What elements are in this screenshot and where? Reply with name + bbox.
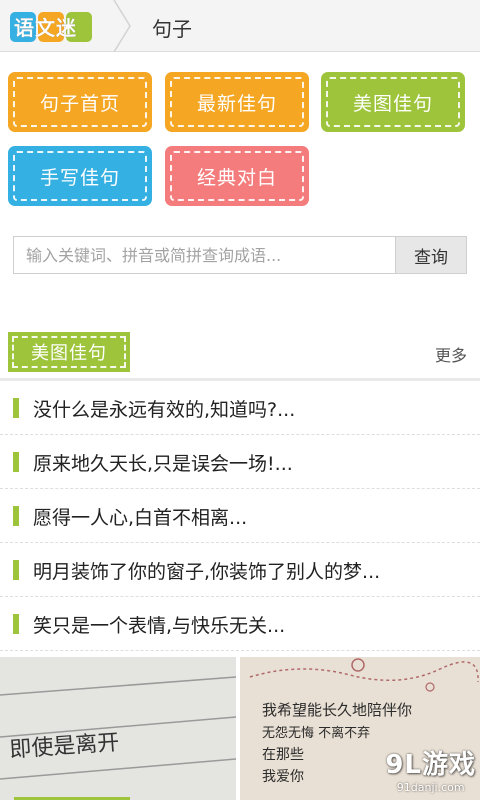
- list-bullet-bar: [13, 506, 19, 526]
- breadcrumb-separator-icon: [113, 0, 131, 52]
- list-item[interactable]: 愿得一人心,白首不相离...: [0, 489, 480, 543]
- list-item[interactable]: 笑只是一个表情,与快乐无关...: [0, 597, 480, 651]
- page-title: 句子: [152, 17, 192, 41]
- app-logo[interactable]: 语文迷: [10, 10, 92, 44]
- list-item-text: 原来地久天长,只是误会一场!...: [33, 453, 293, 475]
- notebook-paper-icon: 即使是离开: [0, 657, 236, 800]
- category-picture-label: 美图佳句: [326, 77, 460, 127]
- category-latest-button[interactable]: 最新佳句: [165, 72, 309, 132]
- watermark-main: 9L游戏: [385, 750, 476, 780]
- app-header: 语文迷 句子: [0, 0, 480, 52]
- list-bullet-bar: [13, 614, 19, 634]
- section-header: 美图佳句 更多: [0, 328, 480, 378]
- category-picture-button[interactable]: 美图佳句: [321, 72, 465, 132]
- list-bullet-bar: [13, 398, 19, 418]
- site-watermark: 9L游戏 91danji.com: [385, 744, 476, 794]
- list-item-text: 明月装饰了你的窗子,你装饰了别人的梦...: [33, 561, 381, 583]
- category-handwritten-label: 手写佳句: [13, 151, 147, 201]
- category-home-button[interactable]: 句子首页: [8, 72, 152, 132]
- quote-line-1: 我希望能长久地陪伴你: [262, 701, 412, 719]
- quote-line-3: 在那些: [262, 747, 304, 763]
- category-handwritten-button[interactable]: 手写佳句: [8, 146, 152, 206]
- thumbnail-handwriting-image[interactable]: 即使是离开: [0, 657, 236, 800]
- category-classic-dialogue-button[interactable]: 经典对白: [165, 146, 309, 206]
- list-item[interactable]: 原来地久天长,只是误会一场!...: [0, 435, 480, 489]
- quote-line-2: 无怨无悔 不离不弃: [262, 725, 370, 741]
- thumbnail-quote-image[interactable]: 我希望能长久地陪伴你 无怨无悔 不离不弃 在那些 我爱你 9L游戏 91danj…: [240, 657, 480, 800]
- list-item[interactable]: 没什么是永远有效的,知道吗?...: [0, 381, 480, 435]
- list-bullet-bar: [13, 452, 19, 472]
- image-thumbnails: 即使是离开 我希望能长久地陪伴你 无怨无悔 不离不弃 在那些 我爱你 9L游戏 …: [0, 657, 480, 800]
- search-input[interactable]: [13, 236, 395, 274]
- category-latest-label: 最新佳句: [170, 77, 304, 127]
- category-home-label: 句子首页: [13, 77, 147, 127]
- quote-line-4: 我爱你: [262, 769, 304, 785]
- list-item[interactable]: 明月装饰了你的窗子,你装饰了别人的梦...: [0, 543, 480, 597]
- section-title: 美图佳句: [12, 336, 126, 368]
- sentence-list: 没什么是永远有效的,知道吗?... 原来地久天长,只是误会一场!... 愿得一人…: [0, 381, 480, 651]
- list-item-text: 没什么是永远有效的,知道吗?...: [33, 399, 296, 421]
- logo-text: 语文迷: [14, 16, 77, 40]
- search-button[interactable]: 查询: [395, 236, 467, 274]
- more-link[interactable]: 更多: [435, 342, 467, 366]
- category-classic-dialogue-label: 经典对白: [170, 151, 304, 201]
- search-bar: 查询: [13, 236, 467, 274]
- list-item-text: 愿得一人心,白首不相离...: [33, 507, 248, 529]
- watermark-sub: 91danji.com: [396, 781, 465, 794]
- section-title-badge: 美图佳句: [8, 332, 130, 372]
- list-bullet-bar: [13, 560, 19, 580]
- list-item-text: 笑只是一个表情,与快乐无关...: [33, 615, 286, 637]
